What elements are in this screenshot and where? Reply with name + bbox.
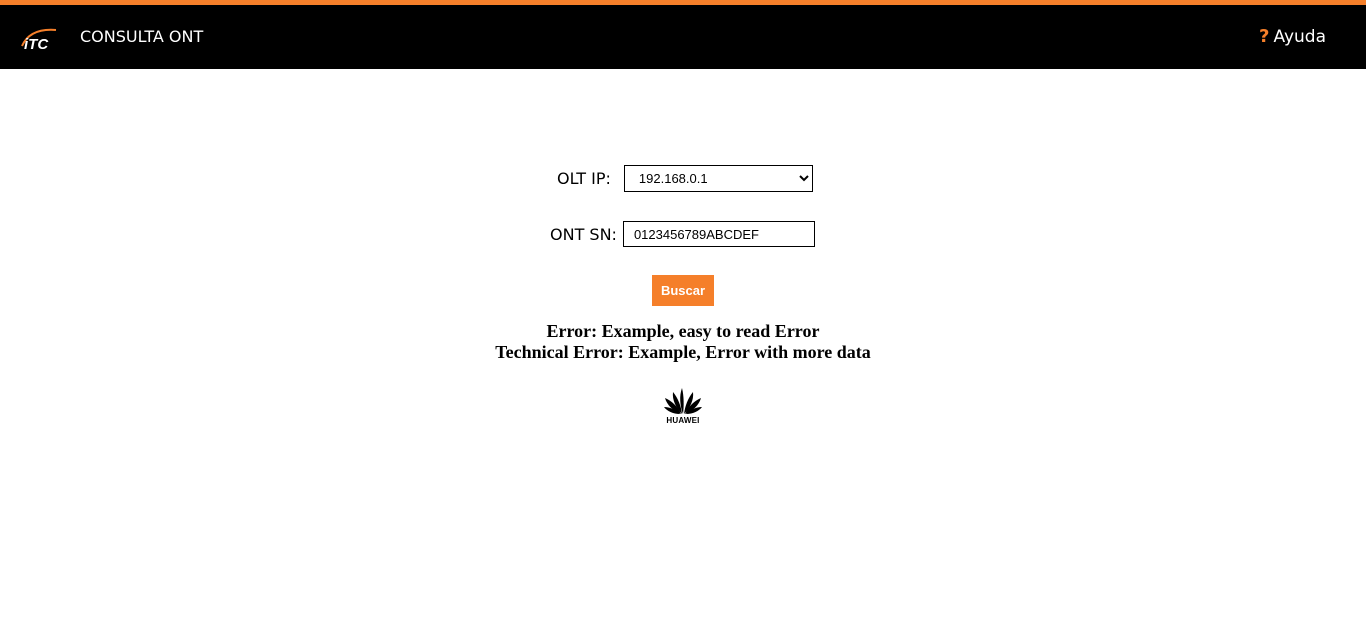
svg-text:iTC: iTC xyxy=(24,36,49,52)
help-link[interactable]: ? Ayuda xyxy=(1259,26,1326,47)
olt-ip-label: OLT IP: xyxy=(557,169,611,188)
olt-ip-select[interactable]: 192.168.0.1 xyxy=(623,165,813,192)
question-icon: ? xyxy=(1259,26,1270,47)
olt-ip-row: OLT IP: 192.168.0.1 xyxy=(557,165,813,192)
app-title: CONSULTA ONT xyxy=(80,27,204,46)
help-label: Ayuda xyxy=(1273,26,1326,47)
technical-error-message: Technical Error: Example, Error with mor… xyxy=(495,342,871,362)
ont-sn-row: ONT SN: xyxy=(550,221,815,247)
ont-sn-input[interactable] xyxy=(622,221,815,247)
huawei-wordmark: HUAWEI xyxy=(666,416,700,425)
huawei-logo: HUAWEI xyxy=(663,386,703,426)
error-messages: Error: Example, easy to read Error Techn… xyxy=(0,321,1366,363)
buscar-button[interactable]: Buscar xyxy=(652,275,714,306)
huawei-petals-icon xyxy=(664,388,702,414)
itc-logo[interactable]: iTC xyxy=(20,24,60,52)
ont-sn-label: ONT SN: xyxy=(550,224,617,244)
error-message: Error: Example, easy to read Error xyxy=(546,321,820,341)
top-navbar: iTC CONSULTA ONT ? Ayuda xyxy=(0,0,1366,69)
